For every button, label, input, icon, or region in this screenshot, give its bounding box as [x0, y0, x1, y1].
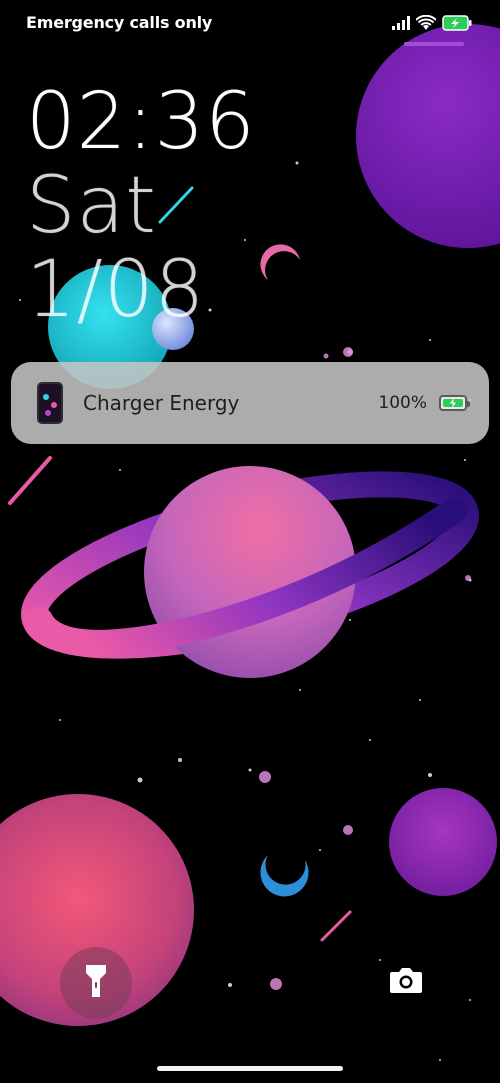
charger-notification[interactable]: Charger Energy 100% — [11, 362, 489, 444]
charger-energy-app-icon — [37, 382, 63, 424]
lockscreen-clock: 02:36 Sat 1/08 — [26, 80, 256, 332]
home-gesture-bar[interactable] — [157, 1066, 343, 1071]
clock-date: 1/08 — [26, 245, 206, 335]
camera-button[interactable] — [384, 962, 428, 1002]
accent-indicator — [404, 42, 464, 46]
signal-icon — [392, 16, 410, 30]
wifi-icon — [416, 15, 436, 31]
notification-title: Charger Energy — [83, 391, 240, 415]
flashlight-button[interactable] — [60, 947, 132, 1019]
status-icons — [392, 13, 472, 33]
clock-day: Sat — [26, 161, 157, 251]
carrier-status-text: Emergency calls only — [26, 13, 213, 32]
battery-percent: 100% — [378, 393, 427, 413]
flashlight-icon — [85, 964, 107, 1003]
battery-charging-icon — [439, 395, 470, 411]
clock-time: 02:36 — [26, 77, 256, 167]
battery-charging-icon — [442, 15, 472, 31]
camera-icon — [389, 966, 423, 999]
